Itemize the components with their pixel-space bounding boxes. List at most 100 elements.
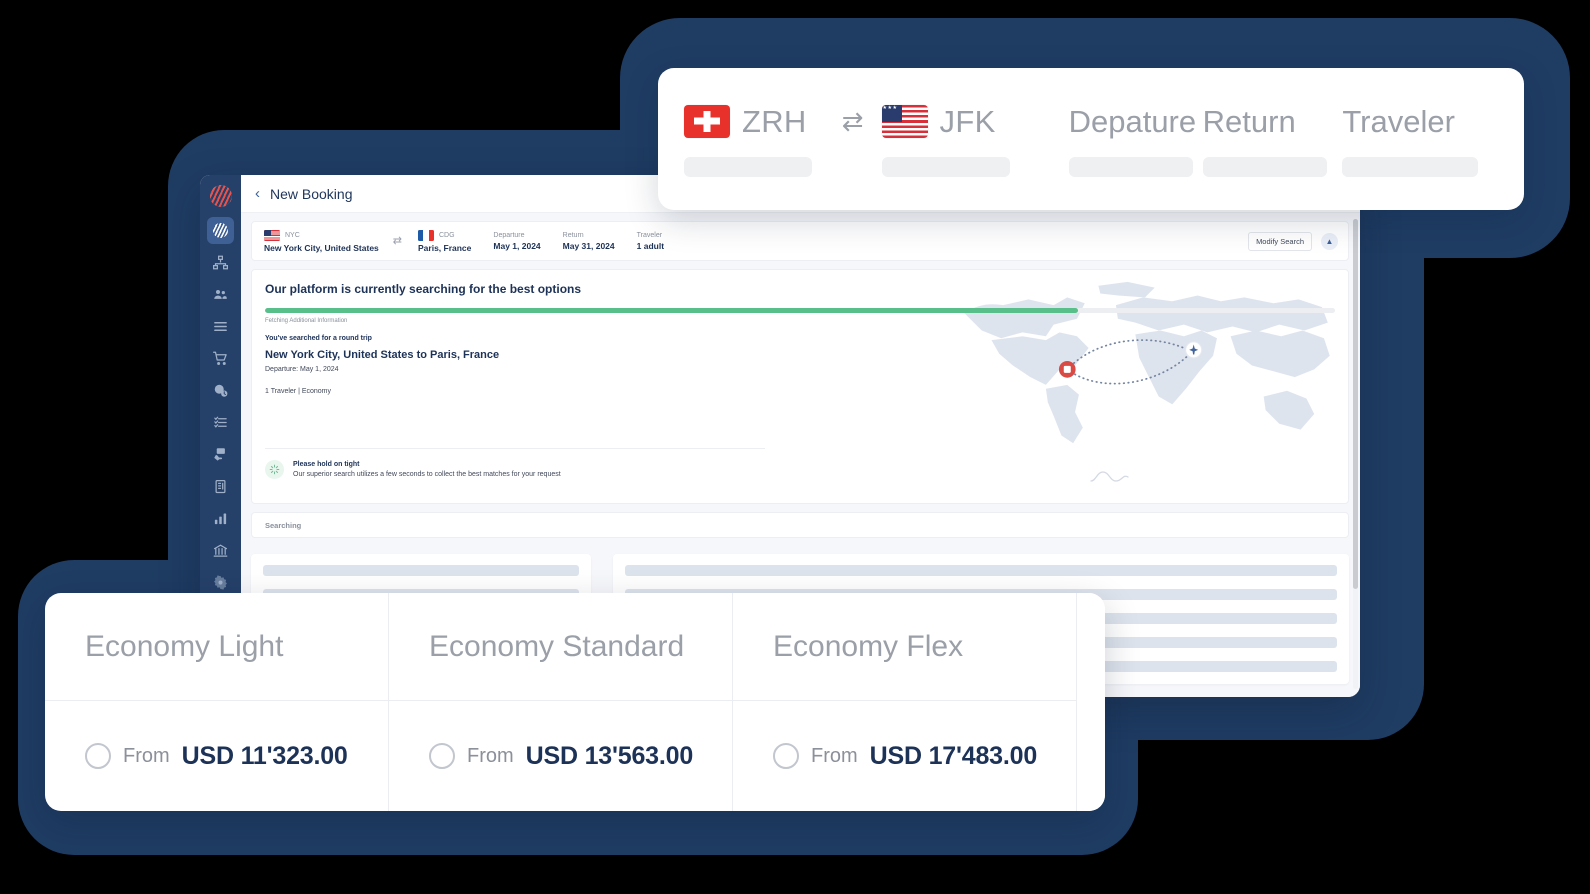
fare-header: Economy Standard xyxy=(389,593,732,701)
flight-search-bar-card: ZRH ⇄ ★★★ JFK Depature Return Traveler xyxy=(658,68,1524,210)
fare-column-economy-flex[interactable]: Economy Flex From USD 17'483.00 xyxy=(733,593,1077,811)
traveler-input-placeholder[interactable] xyxy=(1342,157,1479,177)
fare-price: USD 11'323.00 xyxy=(181,741,348,770)
origin-city: New York City, United States xyxy=(264,242,379,253)
fare-name: Economy Flex xyxy=(773,629,964,663)
app-scrollbar-thumb[interactable] xyxy=(1353,219,1358,589)
loading-spinner-icon xyxy=(265,460,284,479)
traveler-value: 1 adult xyxy=(636,240,665,251)
fare-radio-button[interactable] xyxy=(429,743,455,769)
search-destination-field[interactable]: ★★★ JFK xyxy=(881,98,1033,177)
summary-destination[interactable]: CDG Paris, France xyxy=(418,229,472,253)
sidebar-item-globe[interactable] xyxy=(207,217,234,244)
sidebar-item-list[interactable] xyxy=(207,313,234,340)
fare-price-row[interactable]: From USD 11'323.00 xyxy=(45,701,388,811)
sidebar-item-hand-card[interactable] xyxy=(207,441,234,468)
from-label: From xyxy=(123,744,170,767)
return-label: Return xyxy=(1202,103,1296,139)
globe-logo xyxy=(209,185,232,207)
search-return-field[interactable]: Return xyxy=(1202,98,1343,177)
sidebar-item-org[interactable] xyxy=(207,249,234,276)
chevron-up-icon[interactable]: ▲ xyxy=(1321,232,1338,250)
search-progress-fill xyxy=(265,308,1079,313)
page-title: New Booking xyxy=(270,185,353,202)
chevron-left-icon[interactable]: ‹ xyxy=(255,186,260,201)
origin-code: NYC xyxy=(285,231,300,239)
origin-code: ZRH xyxy=(742,103,807,139)
sidebar-item-settings[interactable] xyxy=(207,569,234,596)
fare-price-row[interactable]: From USD 13'563.00 xyxy=(389,701,732,811)
fare-price: USD 17'483.00 xyxy=(869,741,1038,770)
destination-city: Paris, France xyxy=(418,242,472,253)
wave-decoration-icon xyxy=(1090,471,1129,482)
checklist-icon xyxy=(214,416,227,428)
hand-card-icon xyxy=(214,448,225,461)
sidebar-item-checklist[interactable] xyxy=(207,409,234,436)
fare-column-economy-standard[interactable]: Economy Standard From USD 13'563.00 xyxy=(389,593,733,811)
sidebar-item-analytics[interactable] xyxy=(207,505,234,532)
fare-radio-button[interactable] xyxy=(85,743,111,769)
route-text: New York City, United States to Paris, F… xyxy=(265,349,500,361)
travelers-text: 1 Traveler | Economy xyxy=(265,388,332,395)
fare-column-economy-light[interactable]: Economy Light From USD 11'323.00 xyxy=(45,593,389,811)
us-flag-icon xyxy=(264,229,280,241)
departure-label: Departure xyxy=(493,231,525,239)
us-flag-icon: ★★★ xyxy=(881,104,928,138)
summary-origin[interactable]: NYC New York City, United States xyxy=(264,229,379,253)
departure-value: May 1, 2024 xyxy=(493,240,541,251)
org-chart-icon xyxy=(213,255,228,270)
search-progress-bar xyxy=(265,308,1335,313)
list-icon xyxy=(214,322,227,331)
bar-chart-icon xyxy=(214,513,227,525)
swap-arrows-icon[interactable]: ⇄ xyxy=(842,98,864,144)
departure-text: Departure: May 1, 2024 xyxy=(265,366,339,373)
sidebar-item-cart[interactable] xyxy=(207,345,234,372)
panel-divider xyxy=(265,448,765,449)
traveler-label: Traveler xyxy=(1342,103,1455,139)
search-origin-field[interactable]: ZRH xyxy=(684,98,824,177)
globe-icon xyxy=(213,223,228,238)
from-label: From xyxy=(467,744,514,767)
fare-name: Economy Standard xyxy=(429,629,685,663)
fare-name: Economy Light xyxy=(85,629,284,663)
hold-subtitle: Our superior search utilizes a few secon… xyxy=(293,471,561,478)
sidebar-item-building[interactable] xyxy=(207,473,234,500)
search-traveler-field[interactable]: Traveler xyxy=(1342,98,1484,177)
fare-header: Economy Flex xyxy=(733,593,1076,701)
france-flag-icon xyxy=(418,229,434,241)
searching-status-strip: Searching xyxy=(251,512,1349,538)
departure-label: Depature xyxy=(1068,103,1197,139)
shopping-cart-icon xyxy=(213,351,227,366)
modify-search-button[interactable]: Modify Search xyxy=(1248,231,1312,251)
traveler-label: Traveler xyxy=(636,231,663,239)
departure-input-placeholder[interactable] xyxy=(1068,157,1193,177)
skeleton-bar xyxy=(625,565,1337,576)
building-icon xyxy=(215,479,226,494)
panel-header: Our platform is currently searching for … xyxy=(252,270,1348,395)
return-input-placeholder[interactable] xyxy=(1202,157,1327,177)
summary-traveler[interactable]: Traveler 1 adult xyxy=(637,232,664,251)
app-scrollbar[interactable] xyxy=(1353,219,1358,689)
fare-card-spacer xyxy=(1077,593,1105,811)
sidebar-item-bank[interactable] xyxy=(207,537,234,564)
gear-icon xyxy=(214,575,227,590)
summary-departure[interactable]: Departure May 1, 2024 xyxy=(493,232,540,251)
origin-input-placeholder[interactable] xyxy=(684,157,812,177)
destination-code: CDG xyxy=(439,231,455,239)
sidebar-item-globe-clock[interactable] xyxy=(207,377,234,404)
globe-clock-icon xyxy=(214,384,228,397)
return-value: May 31, 2024 xyxy=(562,240,615,251)
search-departure-field[interactable]: Depature xyxy=(1068,98,1203,177)
search-summary-bar: NYC New York City, United States ⇄ CDG P… xyxy=(251,221,1349,261)
swiss-flag-icon xyxy=(684,104,730,138)
destination-code: JFK xyxy=(939,103,996,139)
fare-price-row[interactable]: From USD 17'483.00 xyxy=(733,701,1076,811)
swap-arrows-icon[interactable]: ⇄ xyxy=(393,235,402,247)
summary-return[interactable]: Return May 31, 2024 xyxy=(563,232,615,251)
return-label: Return xyxy=(562,231,584,239)
fare-header: Economy Light xyxy=(45,593,388,701)
searching-heading: Our platform is currently searching for … xyxy=(265,282,582,296)
sidebar-item-users[interactable] xyxy=(207,281,234,308)
fare-radio-button[interactable] xyxy=(773,743,799,769)
destination-input-placeholder[interactable] xyxy=(881,157,1010,177)
